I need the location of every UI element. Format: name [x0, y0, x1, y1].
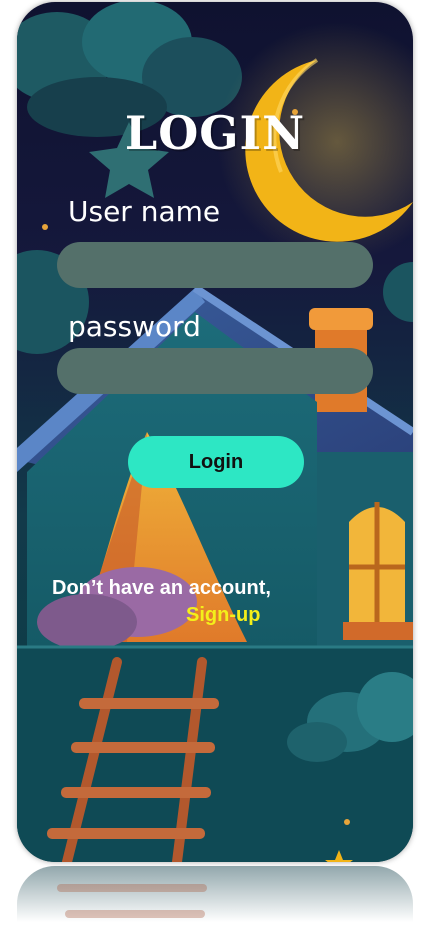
screen-reflection: [17, 866, 413, 932]
page-title: LOGIN: [124, 106, 306, 160]
username-label: User name: [68, 195, 221, 228]
password-label: password: [68, 310, 201, 343]
login-button[interactable]: Login: [128, 436, 304, 488]
window-illustration: [343, 502, 413, 640]
password-input[interactable]: [57, 348, 373, 394]
username-input[interactable]: [57, 242, 373, 288]
no-account-text: Don’t have an account,: [52, 577, 271, 599]
phone-screen: LOGIN User name password Login Don’t hav…: [17, 2, 413, 862]
signup-link[interactable]: Sign-up: [186, 604, 260, 627]
